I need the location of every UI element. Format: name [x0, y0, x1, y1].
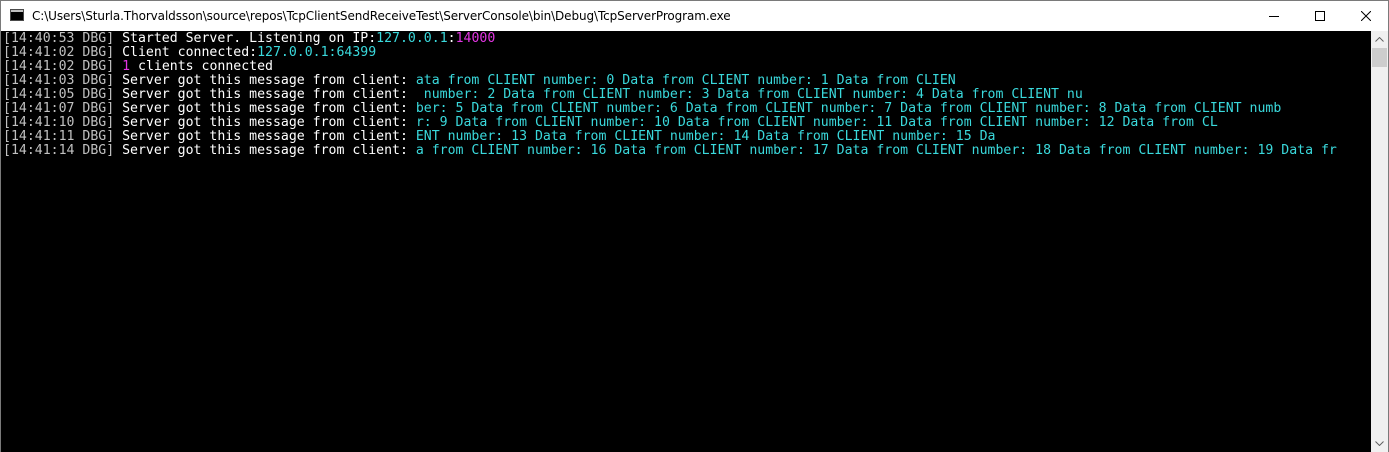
- scroll-thumb[interactable]: [1372, 48, 1387, 67]
- console-app-icon[interactable]: [10, 9, 24, 21]
- log-line: [14:41:05 DBG] Server got this message f…: [3, 88, 1371, 102]
- log-text: ENT number: 13 Data from CLIENT number: …: [415, 129, 996, 144]
- title-bar[interactable]: C:\Users\Sturla.Thorvaldsson\source\repo…: [1, 1, 1388, 31]
- log-timestamp: [14:41:10 DBG]: [3, 115, 115, 130]
- log-timestamp: [14:41:02 DBG]: [3, 45, 115, 60]
- chevron-up-icon: [1375, 37, 1384, 42]
- log-timestamp: [14:41:14 DBG]: [3, 143, 115, 158]
- log-text: 127.0.0.1: [376, 31, 448, 46]
- console-window: C:\Users\Sturla.Thorvaldsson\source\repo…: [0, 0, 1389, 452]
- log-line: [14:40:53 DBG] Started Server. Listening…: [3, 32, 1371, 46]
- chevron-down-icon: [1375, 441, 1384, 446]
- log-line: [14:41:02 DBG] Client connected:127.0.0.…: [3, 46, 1371, 60]
- scroll-down-button[interactable]: [1371, 435, 1388, 452]
- log-lines: [14:40:53 DBG] Started Server. Listening…: [1, 31, 1371, 158]
- log-timestamp: [14:41:07 DBG]: [3, 101, 115, 116]
- log-timestamp: [14:41:11 DBG]: [3, 129, 115, 144]
- window-title: C:\Users\Sturla.Thorvaldsson\source\repo…: [32, 9, 731, 23]
- log-text: Server got this message from client:: [114, 101, 416, 116]
- log-text: r: 9 Data from CLIENT number: 10 Data fr…: [415, 115, 1218, 130]
- log-text: clients connected: [130, 59, 273, 74]
- minimize-button[interactable]: [1251, 1, 1297, 31]
- close-icon: [1361, 11, 1371, 21]
- log-line: [14:41:02 DBG] 1 clients connected: [3, 60, 1371, 74]
- maximize-icon: [1315, 11, 1325, 21]
- log-timestamp: [14:41:05 DBG]: [3, 87, 115, 102]
- log-text: :: [447, 31, 456, 46]
- log-text: number: 2 Data from CLIENT number: 3 Dat…: [415, 87, 1083, 102]
- scroll-up-button[interactable]: [1371, 31, 1388, 48]
- log-text: Server got this message from client:: [114, 87, 416, 102]
- vertical-scrollbar[interactable]: [1371, 31, 1388, 452]
- log-text: Server got this message from client:: [114, 115, 416, 130]
- log-text: Client connected:: [114, 45, 258, 60]
- log-text: Started Server. Listening on IP:: [114, 31, 377, 46]
- log-text: 1: [122, 59, 131, 74]
- log-text: ata from CLIENT number: 0 Data from CLIE…: [415, 73, 956, 88]
- log-text: Server got this message from client:: [114, 143, 416, 158]
- log-line: [14:41:14 DBG] Server got this message f…: [3, 144, 1371, 158]
- log-text: a from CLIENT number: 16 Data from CLIEN…: [415, 143, 1337, 158]
- log-line: [14:41:11 DBG] Server got this message f…: [3, 130, 1371, 144]
- log-text: Server got this message from client:: [114, 129, 416, 144]
- close-button[interactable]: [1343, 1, 1389, 31]
- maximize-button[interactable]: [1297, 1, 1343, 31]
- console-output[interactable]: [14:40:53 DBG] Started Server. Listening…: [1, 31, 1371, 452]
- log-line: [14:41:07 DBG] Server got this message f…: [3, 102, 1371, 116]
- log-text: 14000: [455, 31, 496, 46]
- log-text: ber: 5 Data from CLIENT number: 6 Data f…: [415, 101, 1282, 116]
- log-text: 127.0.0.1:64399: [257, 45, 377, 60]
- log-line: [14:41:10 DBG] Server got this message f…: [3, 116, 1371, 130]
- log-timestamp: [14:41:02 DBG]: [3, 59, 115, 74]
- log-timestamp: [14:41:03 DBG]: [3, 73, 115, 88]
- log-text: Server got this message from client:: [114, 73, 416, 88]
- log-timestamp: [14:40:53 DBG]: [3, 31, 115, 46]
- minimize-icon: [1269, 16, 1279, 17]
- log-line: [14:41:03 DBG] Server got this message f…: [3, 74, 1371, 88]
